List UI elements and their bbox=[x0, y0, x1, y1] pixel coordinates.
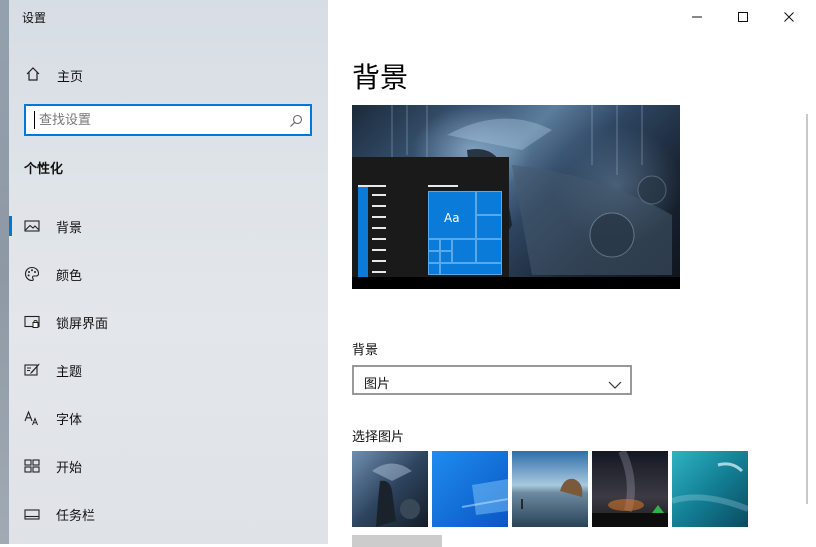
sidebar-item-lock-screen[interactable]: 锁屏界面 bbox=[0, 302, 328, 342]
sidebar-item-themes[interactable]: 主题 bbox=[0, 350, 328, 390]
picture-thumbnail-3[interactable] bbox=[512, 451, 588, 527]
background-type-select[interactable]: 图片 bbox=[352, 365, 632, 395]
picture-thumbnail-1[interactable] bbox=[352, 451, 428, 527]
sidebar-item-label: 任务栏 bbox=[56, 509, 96, 524]
theme-icon bbox=[24, 362, 40, 378]
maximize-icon bbox=[738, 12, 748, 22]
sidebar-item-label: 锁屏界面 bbox=[56, 317, 109, 332]
chevron-down-icon bbox=[608, 375, 622, 389]
picture-thumbnail-4[interactable] bbox=[592, 451, 668, 527]
nav-home-label: 主页 bbox=[57, 70, 84, 85]
preview-taskbar bbox=[352, 277, 680, 289]
minimize-icon bbox=[692, 16, 702, 18]
vertical-scrollbar[interactable] bbox=[805, 32, 811, 544]
background-label: 背景 bbox=[352, 343, 379, 358]
background-type-value: 图片 bbox=[364, 377, 391, 392]
navigation-pane: 设置 主页 个性化 背景 颜色 锁屏界面 主题 bbox=[0, 0, 328, 544]
preview-tile-text: Aa bbox=[444, 211, 460, 225]
choose-picture-label: 选择图片 bbox=[352, 430, 405, 445]
sidebar-item-colors[interactable]: 颜色 bbox=[0, 254, 328, 294]
sidebar-item-label: 字体 bbox=[56, 413, 83, 428]
taskbar-icon bbox=[24, 506, 40, 522]
section-title: 个性化 bbox=[24, 162, 64, 177]
search-box[interactable] bbox=[24, 104, 312, 136]
underwater-swimmer-thumbnail bbox=[672, 451, 748, 527]
close-button[interactable] bbox=[766, 0, 812, 32]
palette-icon bbox=[24, 266, 40, 282]
sidebar-item-fonts[interactable]: 字体 bbox=[0, 398, 328, 438]
lock-screen-icon bbox=[24, 314, 40, 330]
close-icon bbox=[784, 12, 794, 22]
sidebar-item-background[interactable]: 背景 bbox=[0, 206, 328, 246]
sidebar-item-label: 开始 bbox=[56, 461, 83, 476]
start-icon bbox=[24, 458, 40, 474]
preview-start-strip bbox=[358, 185, 368, 277]
font-icon bbox=[24, 410, 40, 426]
nav-home[interactable]: 主页 bbox=[0, 56, 328, 92]
title-bar bbox=[328, 0, 816, 32]
night-sky-tent-thumbnail bbox=[592, 451, 668, 527]
beach-rock-thumbnail bbox=[512, 451, 588, 527]
minimize-button[interactable] bbox=[674, 0, 720, 32]
background-preview: Aa bbox=[352, 105, 680, 289]
browse-button[interactable] bbox=[352, 535, 442, 547]
page-title: 背景 bbox=[352, 61, 409, 94]
search-icon[interactable] bbox=[289, 113, 303, 127]
picture-thumbnail-5[interactable] bbox=[672, 451, 748, 527]
anime-rain-thumbnail bbox=[352, 451, 428, 527]
windows-blue-thumbnail bbox=[432, 451, 508, 527]
search-input[interactable] bbox=[34, 111, 287, 129]
sidebar-item-label: 颜色 bbox=[56, 269, 83, 284]
window-title: 设置 bbox=[22, 11, 47, 25]
home-icon bbox=[25, 66, 41, 82]
picture-thumbnail-2[interactable] bbox=[432, 451, 508, 527]
sidebar-item-start[interactable]: 开始 bbox=[0, 446, 328, 486]
sidebar-item-label: 主题 bbox=[56, 365, 83, 380]
sidebar-item-taskbar[interactable]: 任务栏 bbox=[0, 494, 328, 534]
sidebar-item-label: 背景 bbox=[56, 221, 83, 236]
scrollbar-thumb[interactable] bbox=[806, 114, 808, 504]
image-icon bbox=[24, 218, 40, 234]
maximize-button[interactable] bbox=[720, 0, 766, 32]
